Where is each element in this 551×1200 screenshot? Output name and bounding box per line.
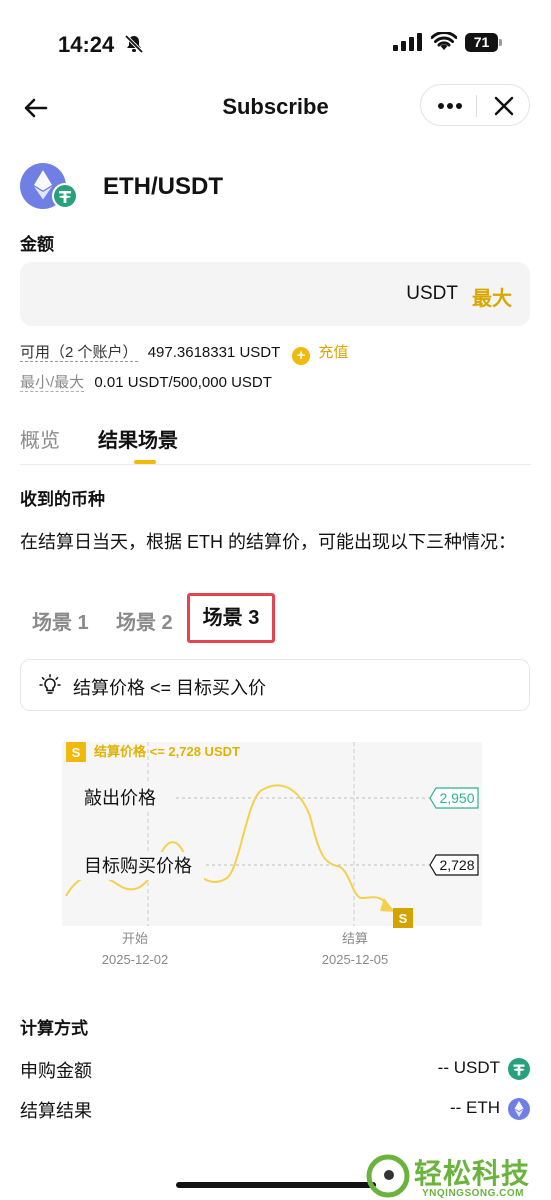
status-bar: 14:24 71 (0, 0, 551, 80)
close-icon[interactable] (492, 94, 516, 118)
end-marker-letter: S (399, 911, 408, 926)
section-description: 在结算日当天，根据 ETH 的结算价，可能出现以下三种情况： (20, 532, 516, 552)
knockout-value-text: 2,950 (439, 790, 474, 806)
condition-text: 结算价格 <= 目标买入价 (73, 678, 267, 698)
scenario-condition: 结算价格 <= 目标买入价 (20, 659, 530, 711)
mini-program-capsule (420, 84, 530, 126)
section-title-calculation: 计算方式 (20, 1019, 88, 1038)
calc-row-value: -- USDT (437, 1058, 500, 1077)
settle-condition-text: 结算价格 <= 2,728 USDT (94, 744, 240, 759)
scenario-tab-2[interactable]: 场景 2 (116, 606, 173, 635)
more-icon[interactable] (437, 95, 463, 117)
start-marker-label: 开始 (122, 931, 148, 946)
recharge-link[interactable]: 充值 (318, 344, 348, 361)
wifi-icon (431, 32, 457, 50)
settle-marker-date: 2025-12-05 (322, 952, 389, 967)
scenario-tab-3[interactable]: 场景 3 (187, 593, 275, 643)
settle-badge-letter: S (72, 745, 81, 760)
amount-input[interactable]: USDT 最大 (20, 262, 530, 326)
tab-result-scenarios[interactable]: 结果场景 (98, 424, 178, 453)
calc-row-label: 结算结果 (20, 1101, 92, 1121)
max-button[interactable]: 最大 (472, 282, 512, 311)
status-time: 14:24 (58, 32, 115, 57)
calc-row-label: 申购金额 (20, 1061, 92, 1081)
capsule-divider (476, 95, 477, 117)
settle-marker-label: 结算 (342, 931, 368, 946)
bell-muted-icon (124, 34, 144, 54)
chart-background (62, 742, 482, 926)
battery-icon: 71 (465, 33, 503, 53)
amount-unit: USDT (406, 283, 458, 304)
calc-row-settlement: 结算结果 -- ETH (20, 1097, 530, 1125)
watermark-logo-icon (366, 1154, 410, 1198)
knockout-label: 敲出价格 (84, 788, 156, 808)
cellular-signal-icon (393, 33, 422, 51)
home-indicator (176, 1182, 376, 1188)
usdt-icon (508, 1058, 530, 1080)
active-tab-indicator (134, 460, 156, 464)
top-nav-bar: Subscribe (0, 80, 551, 136)
scenario-tab-1[interactable]: 场景 1 (32, 606, 89, 635)
target-value-text: 2,728 (439, 857, 474, 873)
plus-circle-icon[interactable]: + (292, 347, 311, 365)
content-tabs: 概览 结果场景 (20, 420, 531, 465)
limits-value: 0.01 USDT/500,000 USDT (94, 374, 272, 391)
amount-label: 金额 (20, 235, 54, 254)
eth-icon (508, 1098, 530, 1120)
calc-row-value: -- ETH (449, 1098, 500, 1117)
tab-overview[interactable]: 概览 (20, 424, 60, 453)
scenario-chart-svg: S 结算价格 <= 2,728 USDT 敲出价格 目标购买价格 2,950 2… (62, 742, 482, 967)
available-value: 497.3618331 USDT (147, 344, 281, 361)
scenario-chart: S 结算价格 <= 2,728 USDT 敲出价格 目标购买价格 2,950 2… (62, 738, 482, 976)
available-balance: 可用（2 个账户） 497.3618331 USDT + 充值 (20, 341, 348, 365)
battery-level: 71 (465, 33, 498, 52)
watermark: 轻松科技 YNQINGSONG.COM (362, 1152, 551, 1200)
watermark-text: 轻松科技 (414, 1158, 531, 1189)
pair-name: ETH/USDT (103, 173, 223, 200)
calc-row-subscription: 申购金额 -- USDT (20, 1057, 530, 1085)
available-label[interactable]: 可用（2 个账户） (20, 344, 138, 362)
amount-limits: 最小/最大 0.01 USDT/500,000 USDT (20, 371, 272, 392)
target-label: 目标购买价格 (84, 856, 192, 876)
limits-label[interactable]: 最小/最大 (20, 374, 85, 392)
product-header: ETH/USDT (20, 163, 520, 213)
usdt-icon (52, 183, 78, 209)
watermark-subtext: YNQINGSONG.COM (422, 1188, 525, 1199)
lightbulb-icon (39, 674, 61, 694)
section-title-currency: 收到的币种 (20, 490, 105, 509)
start-marker-date: 2025-12-02 (102, 952, 169, 967)
